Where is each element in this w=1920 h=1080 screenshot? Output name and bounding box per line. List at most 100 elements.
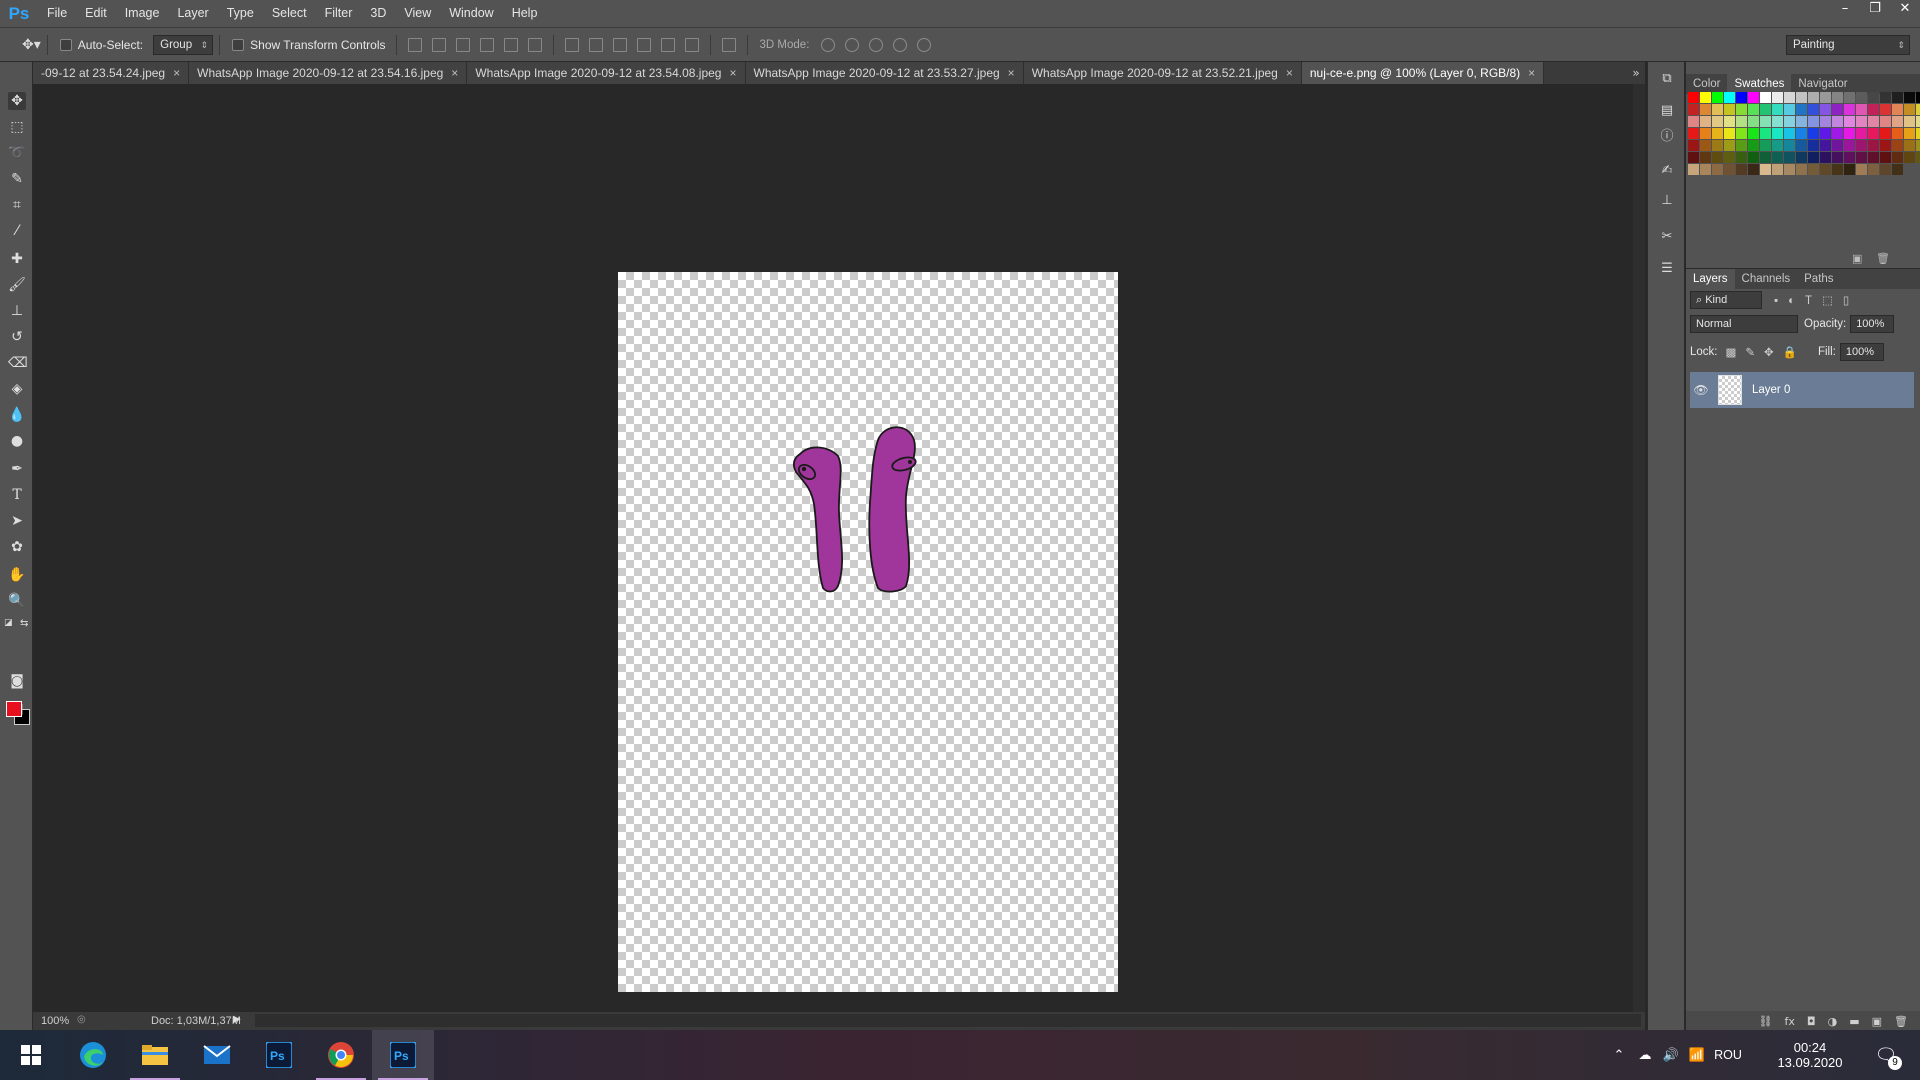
restore-button[interactable]: ❐ <box>1860 0 1890 20</box>
swatch[interactable] <box>1832 92 1843 103</box>
distribute-left-icon[interactable] <box>636 37 651 52</box>
swatch[interactable] <box>1808 104 1819 115</box>
swatch[interactable] <box>1844 92 1855 103</box>
link-layers-icon[interactable]: ⛓ <box>1759 1015 1773 1028</box>
distribute-right-icon[interactable] <box>684 37 699 52</box>
brush-tool-icon[interactable]: 🖌 <box>8 276 26 294</box>
swatch[interactable] <box>1760 164 1771 175</box>
distribute-vcenter-icon[interactable] <box>588 37 603 52</box>
status-menu-icon[interactable]: ◎ <box>77 1014 86 1025</box>
swatch[interactable] <box>1856 128 1867 139</box>
swatch[interactable] <box>1748 116 1759 127</box>
edge-taskbar-icon[interactable] <box>62 1030 124 1080</box>
swatch[interactable] <box>1784 128 1795 139</box>
new-swatch-icon[interactable]: ▣ <box>1852 252 1862 265</box>
close-tab-icon[interactable]: × <box>729 66 736 80</box>
swatch[interactable] <box>1736 140 1747 151</box>
tab-doc-3[interactable]: WhatsApp Image 2020-09-12 at 23.54.08.jp… <box>467 62 746 84</box>
opacity-input[interactable]: 100% <box>1850 315 1895 333</box>
marquee-tool-icon[interactable]: ⬚ <box>8 118 26 136</box>
swatch[interactable] <box>1916 92 1920 103</box>
tool-presets-panel-icon[interactable]: ✂ <box>1658 228 1676 246</box>
swatch[interactable] <box>1916 128 1920 139</box>
swatch[interactable] <box>1712 116 1723 127</box>
close-tab-icon[interactable]: × <box>451 66 458 80</box>
swatch[interactable] <box>1904 128 1915 139</box>
swatch[interactable] <box>1796 116 1807 127</box>
swatch[interactable] <box>1772 92 1783 103</box>
clone-source-panel-icon[interactable]: ⊥ <box>1658 192 1676 210</box>
swatch[interactable] <box>1892 152 1903 163</box>
swatch[interactable] <box>1880 152 1891 163</box>
auto-select-dropdown[interactable]: Group <box>153 34 214 55</box>
swatch[interactable] <box>1856 164 1867 175</box>
swatch[interactable] <box>1688 152 1699 163</box>
swatch[interactable] <box>1880 140 1891 151</box>
swatch[interactable] <box>1784 92 1795 103</box>
swatch[interactable] <box>1784 140 1795 151</box>
swatch[interactable] <box>1700 116 1711 127</box>
swatch[interactable] <box>1820 164 1831 175</box>
swatch[interactable] <box>1688 104 1699 115</box>
hand-tool-icon[interactable]: ✋ <box>8 566 26 584</box>
tab-channels[interactable]: Channels <box>1735 269 1798 289</box>
swatch[interactable] <box>1724 92 1735 103</box>
workspace-dropdown[interactable]: Painting <box>1786 34 1910 55</box>
menu-select[interactable]: Select <box>263 0 316 27</box>
mail-taskbar-icon[interactable] <box>186 1030 248 1080</box>
swatch[interactable] <box>1832 152 1843 163</box>
swatch[interactable] <box>1760 92 1771 103</box>
swatch[interactable] <box>1748 140 1759 151</box>
swatch[interactable] <box>1688 116 1699 127</box>
swatch[interactable] <box>1784 164 1795 175</box>
3d-scale-icon[interactable] <box>917 37 932 52</box>
swatch[interactable] <box>1904 104 1915 115</box>
align-left-icon[interactable] <box>479 37 494 52</box>
swatch[interactable] <box>1700 128 1711 139</box>
swatch[interactable] <box>1820 92 1831 103</box>
info-panel-icon[interactable]: ⓘ <box>1658 128 1676 146</box>
swatch[interactable] <box>1736 152 1747 163</box>
swatch[interactable] <box>1784 104 1795 115</box>
swatch[interactable] <box>1712 92 1723 103</box>
auto-select-checkbox[interactable] <box>59 38 72 51</box>
3d-roll-icon[interactable] <box>845 37 860 52</box>
swatch[interactable] <box>1808 92 1819 103</box>
swatch[interactable] <box>1832 104 1843 115</box>
swatch[interactable] <box>1904 152 1915 163</box>
swatch[interactable] <box>1844 104 1855 115</box>
fill-input[interactable]: 100% <box>1839 343 1884 361</box>
swatch[interactable] <box>1868 152 1879 163</box>
swatch[interactable] <box>1712 128 1723 139</box>
layer-style-icon[interactable]: fx <box>1785 1015 1795 1028</box>
swatch[interactable] <box>1808 116 1819 127</box>
swatch[interactable] <box>1748 104 1759 115</box>
swatch[interactable] <box>1748 164 1759 175</box>
swatch[interactable] <box>1856 104 1867 115</box>
swatch[interactable] <box>1772 164 1783 175</box>
align-bottom-icon[interactable] <box>455 37 470 52</box>
menu-3d[interactable]: 3D <box>361 0 395 27</box>
swatch[interactable] <box>1832 140 1843 151</box>
default-colors-icon[interactable]: ◪ <box>4 618 13 628</box>
custom-shape-tool-icon[interactable]: ✿ <box>8 538 26 556</box>
swatch[interactable] <box>1916 140 1920 151</box>
swatch[interactable] <box>1808 128 1819 139</box>
dodge-tool-icon[interactable]: ● <box>8 432 26 450</box>
swatch[interactable] <box>1892 116 1903 127</box>
swatch[interactable] <box>1772 152 1783 163</box>
swatch[interactable] <box>1772 104 1783 115</box>
swatch[interactable] <box>1784 152 1795 163</box>
swatch[interactable] <box>1736 128 1747 139</box>
zoom-tool-icon[interactable]: 🔍 <box>8 592 26 610</box>
menu-type[interactable]: Type <box>218 0 263 27</box>
swatch[interactable] <box>1796 104 1807 115</box>
swatch[interactable] <box>1892 164 1903 175</box>
layer-filter-icons[interactable]: ▪◐T⬚▯ <box>1774 293 1859 307</box>
pen-tool-icon[interactable]: ✒ <box>8 460 26 478</box>
swatch[interactable] <box>1736 116 1747 127</box>
new-group-icon[interactable]: ▬ <box>1849 1015 1859 1028</box>
swatch[interactable] <box>1820 140 1831 151</box>
onedrive-icon[interactable]: ☁ <box>1632 1047 1658 1063</box>
swatch[interactable] <box>1916 116 1920 127</box>
